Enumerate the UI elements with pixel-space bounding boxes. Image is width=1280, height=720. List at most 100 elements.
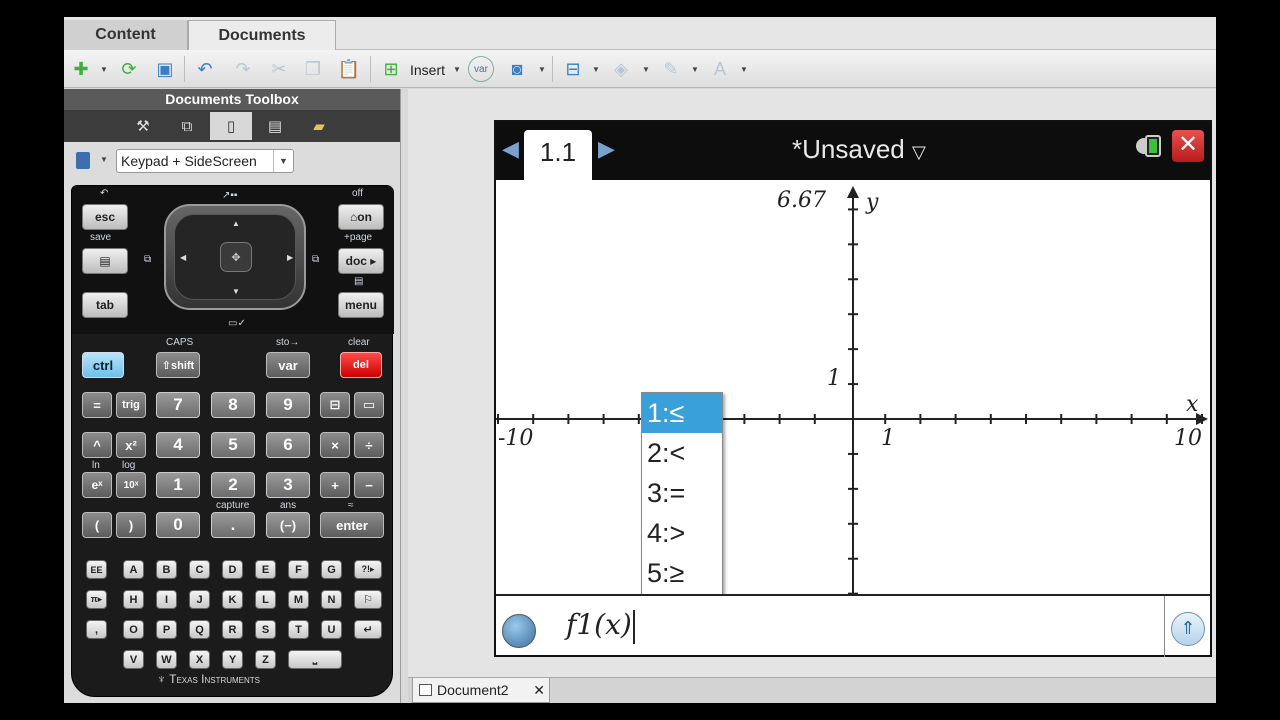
menu-item-leq[interactable]: 1:≤ <box>642 393 722 433</box>
equals-key[interactable]: = <box>82 392 112 418</box>
menu-item-eq[interactable]: 3:= <box>642 473 722 513</box>
template-key[interactable]: ⊟ <box>320 392 350 418</box>
ctrl-key[interactable]: ctrl <box>82 352 124 378</box>
tools-icon[interactable]: ⚒ <box>122 112 164 140</box>
tab-documents[interactable]: Documents <box>188 20 336 51</box>
close-tab-icon[interactable]: ✕ <box>533 678 545 702</box>
keypad-view-select[interactable]: Keypad + SideScreen ▼ <box>116 149 294 173</box>
key-e[interactable]: E <box>255 560 276 579</box>
key-s[interactable]: S <box>255 620 276 639</box>
new-dropdown-icon[interactable]: ▼ <box>100 65 108 74</box>
page-tab[interactable]: 1.1 <box>524 130 592 182</box>
menu-item-gt[interactable]: 4:> <box>642 513 722 553</box>
flag-key[interactable]: ⚐ <box>354 590 382 609</box>
next-page-icon[interactable]: ▶ <box>598 136 615 162</box>
key-8[interactable]: 8 <box>211 392 255 418</box>
key-h[interactable]: H <box>123 590 144 609</box>
key-w[interactable]: W <box>156 650 177 669</box>
insert-dropdown-icon[interactable]: ▼ <box>453 65 461 74</box>
key-n[interactable]: N <box>321 590 342 609</box>
capture-dropdown-icon[interactable]: ▼ <box>538 65 546 74</box>
menu-item-geq[interactable]: 5:≥ <box>642 553 722 593</box>
open-document-icon[interactable]: ⟳ <box>116 56 142 82</box>
key-f[interactable]: F <box>288 560 309 579</box>
line-dropdown-icon[interactable]: ▼ <box>691 65 699 74</box>
doc-key[interactable]: doc ▸ <box>338 248 384 274</box>
copy-icon[interactable]: ❐ <box>300 56 326 82</box>
cut-icon[interactable]: ✂ <box>266 56 292 82</box>
touchpad[interactable]: ▲ ▼ ◀ ▶ ✥ <box>164 204 306 310</box>
multiply-key[interactable]: × <box>320 432 350 458</box>
punctuation-key[interactable]: ?!▸ <box>354 560 382 579</box>
key-x[interactable]: X <box>189 650 210 669</box>
key-t[interactable]: T <box>288 620 309 639</box>
catalog-key[interactable]: ▭ <box>354 392 384 418</box>
redo-icon[interactable]: ↷ <box>230 56 256 82</box>
graph-area[interactable]: 6.67 y x -10 10 1 1 1:≤ 2:< 3:= 4:> 5:≥ <box>496 180 1210 596</box>
menu-key[interactable]: menu <box>338 292 384 318</box>
enter-key[interactable]: enter <box>320 512 384 538</box>
decimal-key[interactable]: . <box>211 512 255 538</box>
key-l[interactable]: L <box>255 590 276 609</box>
power-key[interactable]: ^ <box>82 432 112 458</box>
insert-icon[interactable]: ⊞ <box>378 56 404 82</box>
ten-power-key[interactable]: 10ˣ <box>116 472 146 498</box>
shift-key[interactable]: ⇧shift <box>156 352 200 378</box>
page-layout-icon[interactable]: ⊟ <box>560 56 586 82</box>
text-color-icon[interactable]: A <box>707 56 733 82</box>
entry-line-icon[interactable] <box>502 614 536 648</box>
screen-capture-icon[interactable]: ◙ <box>504 56 530 82</box>
keypad-icon[interactable]: ▯ <box>210 112 252 140</box>
ee-key[interactable]: EE <box>86 560 107 579</box>
key-v[interactable]: V <box>123 650 144 669</box>
previous-page-icon[interactable]: ◀ <box>502 136 519 162</box>
square-key[interactable]: x² <box>116 432 146 458</box>
touchpad-surface[interactable]: ▲ ▼ ◀ ▶ ✥ <box>174 214 296 300</box>
document-title[interactable]: *Unsaved ▽ <box>792 134 926 165</box>
esc-key[interactable]: esc <box>82 204 128 230</box>
key-k[interactable]: K <box>222 590 243 609</box>
key-g[interactable]: G <box>321 560 342 579</box>
paste-icon[interactable]: 📋 <box>336 56 362 82</box>
pi-key[interactable]: π▸ <box>86 590 107 609</box>
close-icon[interactable]: ✕ <box>1172 130 1204 162</box>
key-c[interactable]: C <box>189 560 210 579</box>
key-9[interactable]: 9 <box>266 392 310 418</box>
document-tab[interactable]: Document2 ✕ <box>412 678 550 703</box>
text-color-dropdown-icon[interactable]: ▼ <box>740 65 748 74</box>
left-paren-key[interactable]: ( <box>82 512 112 538</box>
key-4[interactable]: 4 <box>156 432 200 458</box>
new-document-icon[interactable]: ✚ <box>68 56 94 82</box>
key-j[interactable]: J <box>189 590 210 609</box>
function-entry-input[interactable]: f1(x) <box>566 608 632 641</box>
key-u[interactable]: U <box>321 620 342 639</box>
key-b[interactable]: B <box>156 560 177 579</box>
scratchpad-key[interactable]: ▤ <box>82 248 128 274</box>
divide-key[interactable]: ÷ <box>354 432 384 458</box>
key-m[interactable]: M <box>288 590 309 609</box>
right-paren-key[interactable]: ) <box>116 512 146 538</box>
page-sorter-icon[interactable]: ⧉ <box>166 112 208 140</box>
plus-key[interactable]: + <box>320 472 350 498</box>
key-3[interactable]: 3 <box>266 472 310 498</box>
comma-key[interactable]: , <box>86 620 107 639</box>
key-1[interactable]: 1 <box>156 472 200 498</box>
tab-key[interactable]: tab <box>82 292 128 318</box>
negative-key[interactable]: (−) <box>266 512 310 538</box>
key-q[interactable]: Q <box>189 620 210 639</box>
key-d[interactable]: D <box>222 560 243 579</box>
variables-icon[interactable]: var <box>468 56 494 82</box>
key-p[interactable]: P <box>156 620 177 639</box>
key-o[interactable]: O <box>123 620 144 639</box>
exp-key[interactable]: eˣ <box>82 472 112 498</box>
var-key[interactable]: var <box>266 352 310 378</box>
key-2[interactable]: 2 <box>211 472 255 498</box>
key-a[interactable]: A <box>123 560 144 579</box>
del-key[interactable]: del <box>340 352 382 378</box>
key-z[interactable]: Z <box>255 650 276 669</box>
key-0[interactable]: 0 <box>156 512 200 538</box>
menu-item-lt[interactable]: 2:< <box>642 433 722 473</box>
key-i[interactable]: I <box>156 590 177 609</box>
space-key[interactable]: ⎵ <box>288 650 342 669</box>
minus-key[interactable]: − <box>354 472 384 498</box>
